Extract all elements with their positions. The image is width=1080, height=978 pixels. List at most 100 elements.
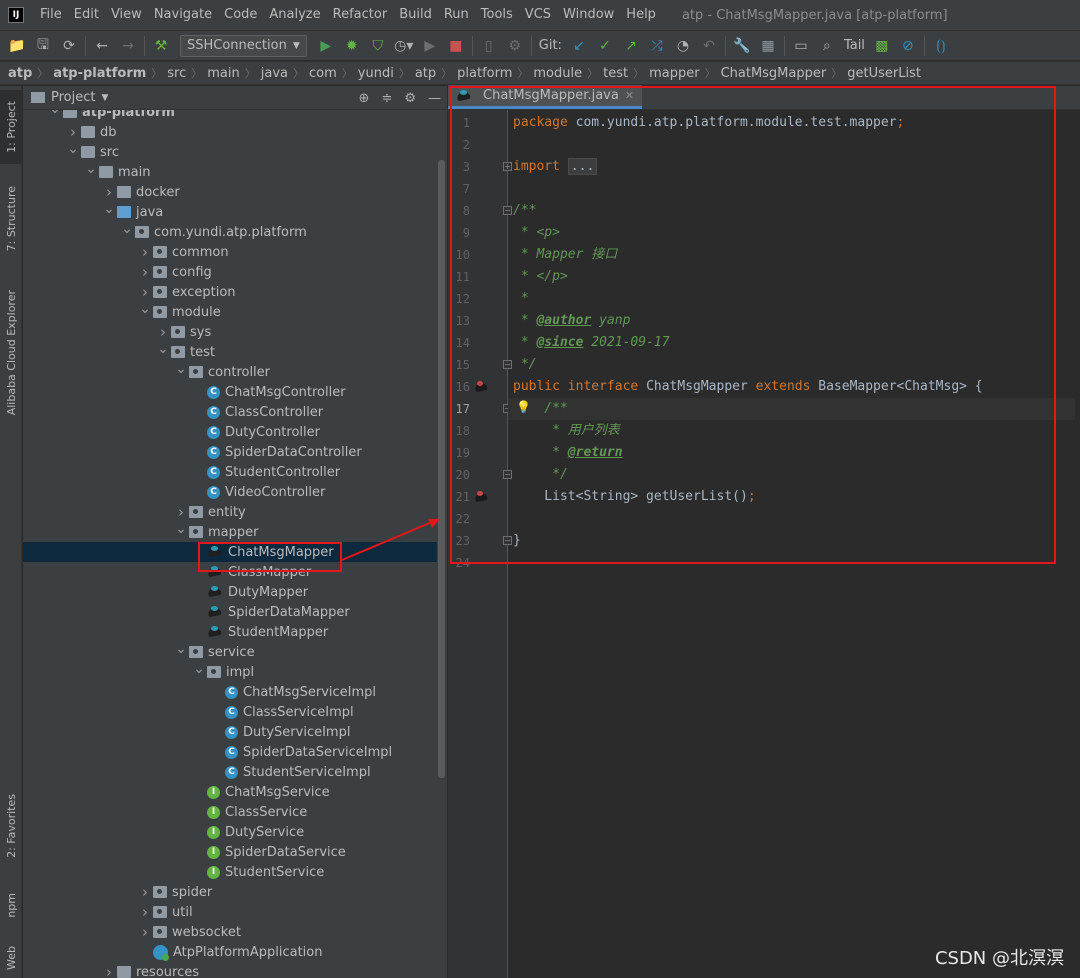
tree-node[interactable]: SpiderDataMapper <box>23 602 437 622</box>
tree-node[interactable]: › spider <box>23 882 437 902</box>
chevron-down-icon[interactable]: ⌄ <box>137 302 153 316</box>
tree-node[interactable]: › docker <box>23 182 437 202</box>
tree-node[interactable]: StudentMapper <box>23 622 437 642</box>
chevron-down-icon[interactable]: ⌄ <box>173 522 189 536</box>
chevron-down-icon[interactable]: ⌄ <box>119 222 135 236</box>
breadcrumb-item[interactable]: atp <box>415 66 436 81</box>
tree-node[interactable]: › db <box>23 122 437 142</box>
tree-node[interactable]: I ChatMsgService <box>23 782 437 802</box>
chevron-down-icon[interactable]: ⌄ <box>191 662 207 676</box>
tree-node[interactable]: ⌄ src <box>23 142 437 162</box>
build-hammer-icon[interactable]: ⚒ <box>148 34 174 58</box>
tree-node[interactable]: ⌄ atp-platform <box>23 110 437 122</box>
chevron-right-icon[interactable]: › <box>101 183 117 201</box>
tree-node[interactable]: C ChatMsgServiceImpl <box>23 682 437 702</box>
chevron-down-icon[interactable]: ⌄ <box>101 202 117 216</box>
tab-favorites[interactable]: 2: Favorites <box>0 786 22 866</box>
search-icon[interactable]: ⌕ <box>814 34 840 58</box>
chevron-down-icon[interactable]: ⌄ <box>173 362 189 376</box>
gear-icon[interactable]: ⚙ <box>404 91 416 106</box>
tree-node[interactable]: ⌄ java <box>23 202 437 222</box>
tree-node[interactable]: ⌄ service <box>23 642 437 662</box>
tree-node[interactable]: ⌄ test <box>23 342 437 362</box>
menu-analyze[interactable]: Analyze <box>263 0 326 30</box>
locate-target-icon[interactable]: ⊕ <box>359 91 370 106</box>
minimize-icon[interactable]: — <box>428 91 441 106</box>
chevron-right-icon[interactable]: › <box>101 963 117 978</box>
project-structure-icon[interactable]: ▦ <box>755 34 781 58</box>
menu-refactor[interactable]: Refactor <box>327 0 394 30</box>
tree-node[interactable]: › exception <box>23 282 437 302</box>
tree-node[interactable]: C DutyController <box>23 422 437 442</box>
collapse-all-icon[interactable]: ≑ <box>381 91 392 106</box>
menu-tools[interactable]: Tools <box>475 0 519 30</box>
tree-node[interactable]: C DutyServiceImpl <box>23 722 437 742</box>
tree-node[interactable]: › config <box>23 262 437 282</box>
git-update-icon[interactable]: ↙ <box>566 34 592 58</box>
chevron-right-icon[interactable]: › <box>137 263 153 281</box>
tree-node[interactable]: AtpPlatformApplication <box>23 942 437 962</box>
tree-node[interactable]: › util <box>23 902 437 922</box>
stop-icon[interactable]: ■ <box>443 34 469 58</box>
menu-view[interactable]: View <box>105 0 148 30</box>
tree-node[interactable]: C ChatMsgController <box>23 382 437 402</box>
menu-edit[interactable]: Edit <box>68 0 105 30</box>
breadcrumb-item[interactable]: java <box>261 66 288 81</box>
terminal-icon[interactable]: ▭ <box>788 34 814 58</box>
menu-vcs[interactable]: VCS <box>519 0 557 30</box>
chevron-right-icon[interactable]: › <box>137 283 153 301</box>
breadcrumb-item[interactable]: ChatMsgMapper <box>721 66 827 81</box>
menu-help[interactable]: Help <box>620 0 662 30</box>
chevron-right-icon[interactable]: › <box>155 323 171 341</box>
project-panel-title[interactable]: Project <box>51 90 95 105</box>
menu-run[interactable]: Run <box>438 0 475 30</box>
sync-icon[interactable]: ⟳ <box>56 34 82 58</box>
git-commit-icon[interactable]: ✓ <box>592 34 618 58</box>
debug-icon[interactable]: ✹ <box>339 34 365 58</box>
tree-node[interactable]: C SpiderDataController <box>23 442 437 462</box>
chevron-down-icon[interactable]: ▼ <box>101 93 108 103</box>
menu-file[interactable]: File <box>34 0 68 30</box>
chevron-right-icon[interactable]: › <box>173 503 189 521</box>
tree-node[interactable]: › websocket <box>23 922 437 942</box>
menu-build[interactable]: Build <box>393 0 438 30</box>
breadcrumb-item[interactable]: src <box>167 66 186 81</box>
chevron-right-icon[interactable]: › <box>137 883 153 901</box>
tree-node[interactable]: C StudentController <box>23 462 437 482</box>
tree-node[interactable]: C StudentServiceImpl <box>23 762 437 782</box>
tree-node[interactable]: C VideoController <box>23 482 437 502</box>
tab-structure[interactable]: 7: Structure <box>0 178 22 260</box>
sdk-icon[interactable]: ⚙ <box>502 34 528 58</box>
tree-node[interactable]: › entity <box>23 502 437 522</box>
git-rollback-icon[interactable]: ↶ <box>696 34 722 58</box>
git-merge-icon[interactable]: ⤮ <box>644 34 670 58</box>
chevron-down-icon[interactable]: ⌄ <box>83 162 99 176</box>
wrench-icon[interactable]: 🔧 <box>729 34 755 58</box>
tree-node[interactable]: › resources <box>23 962 437 978</box>
chevron-down-icon[interactable]: ⌄ <box>47 110 63 116</box>
project-scrollbar[interactable] <box>438 160 445 778</box>
tab-npm[interactable]: npm <box>0 880 22 930</box>
tree-node[interactable]: C ClassServiceImpl <box>23 702 437 722</box>
chevron-right-icon[interactable]: › <box>137 923 153 941</box>
save-all-icon[interactable]: 🖫 <box>30 34 56 58</box>
tree-node[interactable]: C ClassController <box>23 402 437 422</box>
run-configuration-select[interactable]: SSHConnection ▼ <box>180 34 307 57</box>
chevron-right-icon[interactable]: › <box>137 243 153 261</box>
resume-icon[interactable]: ▶ <box>417 34 443 58</box>
forward-arrow-icon[interactable]: → <box>115 34 141 58</box>
chevron-down-icon[interactable]: ⌄ <box>173 642 189 656</box>
menu-window[interactable]: Window <box>557 0 620 30</box>
run-icon[interactable]: ▶ <box>313 34 339 58</box>
breadcrumb-item[interactable]: module <box>533 66 582 81</box>
breadcrumb-item[interactable]: atp <box>8 66 32 81</box>
tree-node[interactable]: ⌄ mapper <box>23 522 437 542</box>
tree-node[interactable]: DutyMapper <box>23 582 437 602</box>
tree-node[interactable]: I StudentService <box>23 862 437 882</box>
chevron-right-icon[interactable]: › <box>137 903 153 921</box>
breadcrumb-item[interactable]: getUserList <box>847 66 921 81</box>
tree-node[interactable]: › common <box>23 242 437 262</box>
menu-navigate[interactable]: Navigate <box>148 0 218 30</box>
tab-web[interactable]: Web <box>0 938 22 978</box>
block-icon[interactable]: ⊘ <box>895 34 921 58</box>
